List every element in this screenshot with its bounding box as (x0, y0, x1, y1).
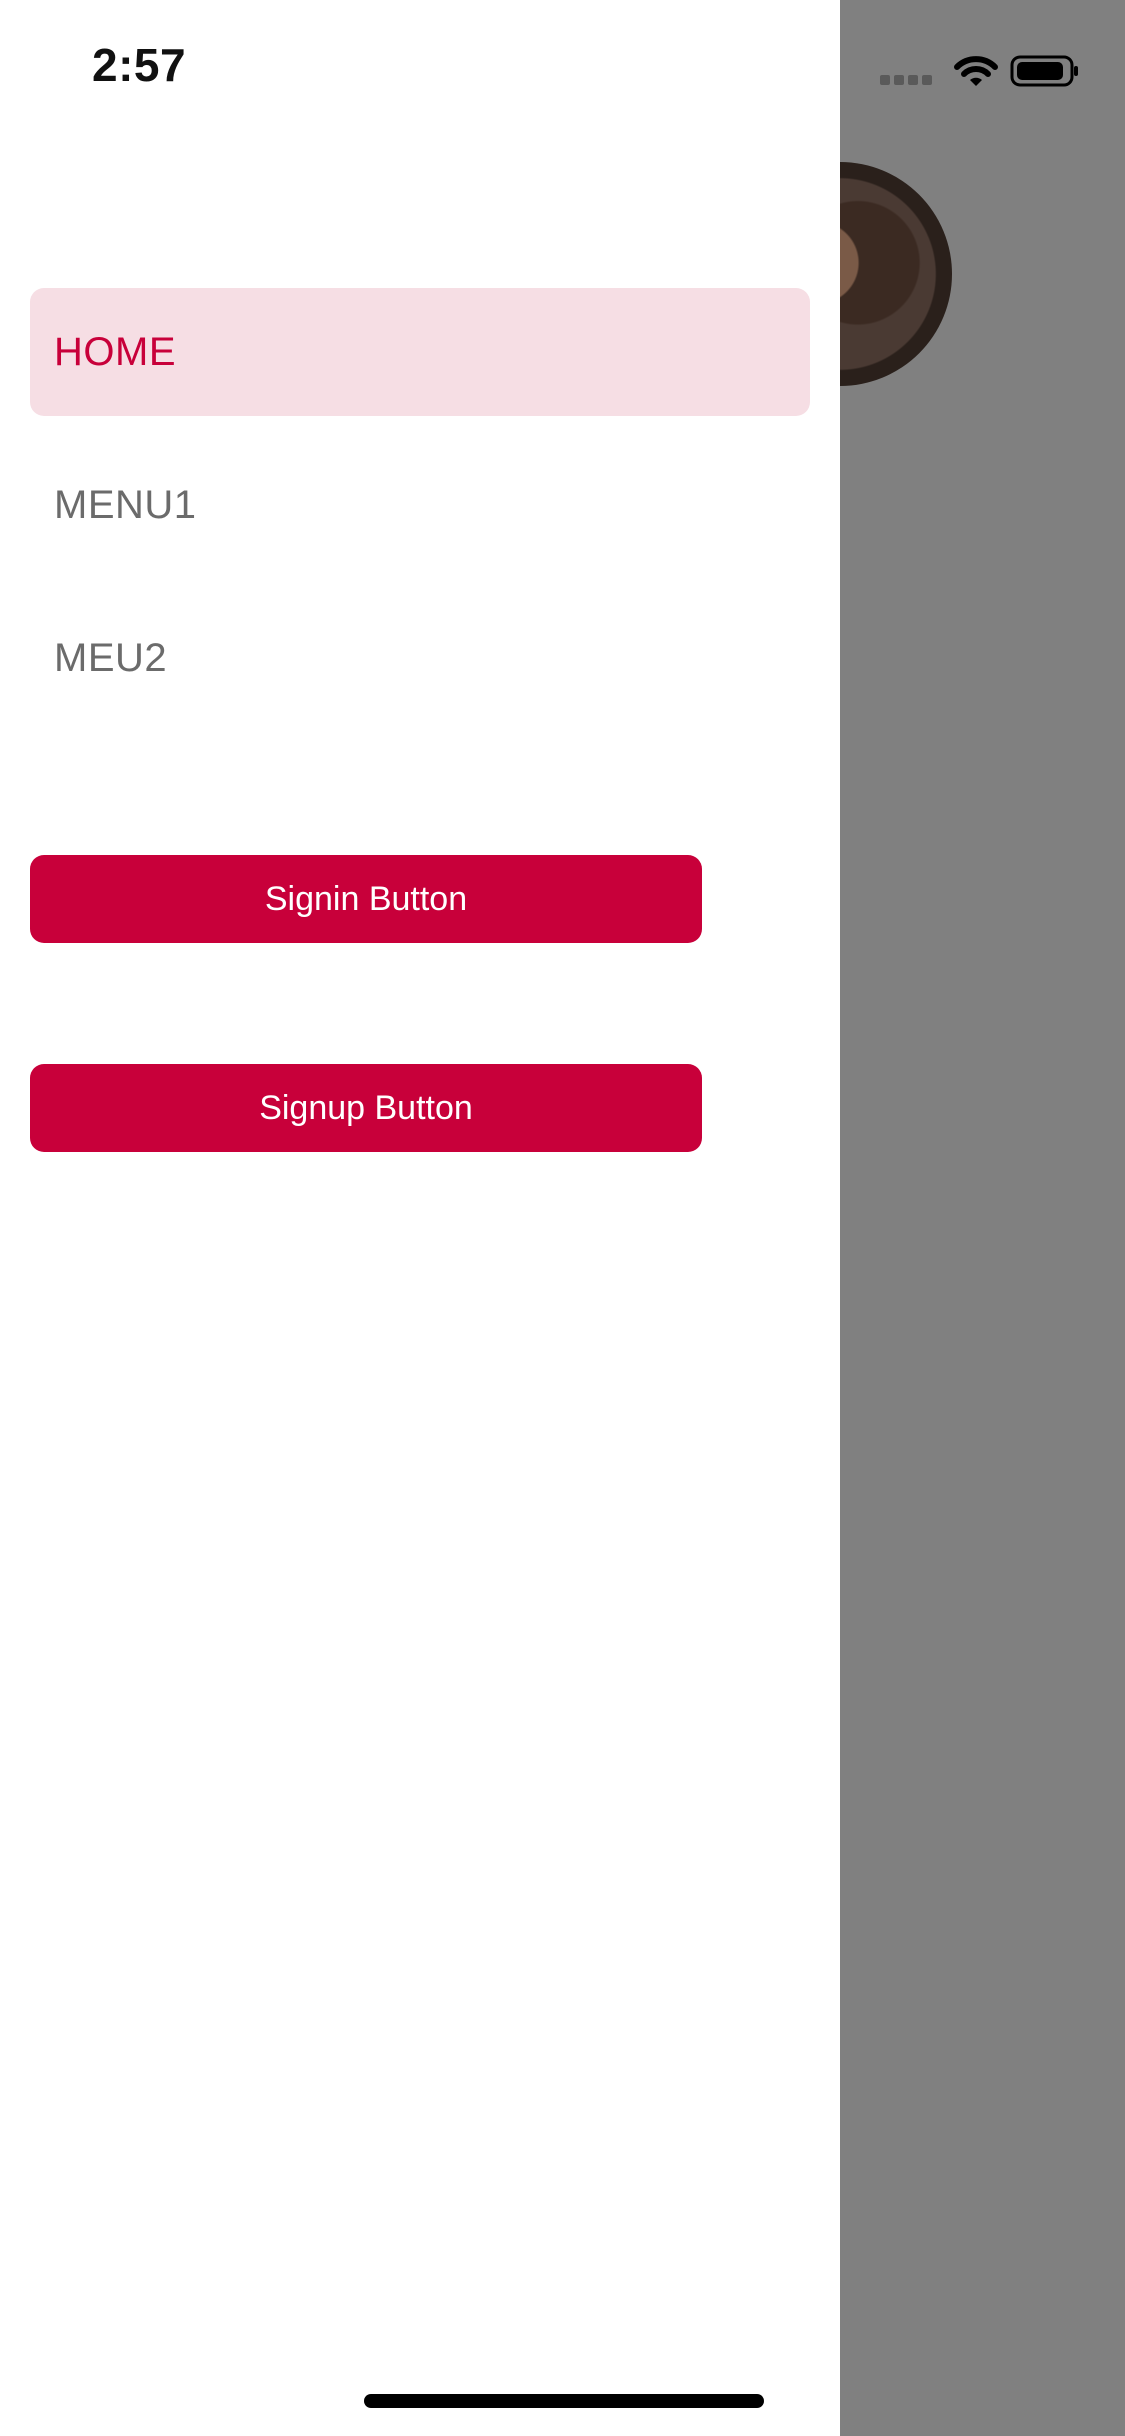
menu-item-meu2[interactable]: MEU2 (30, 594, 810, 722)
signin-button-label: Signin Button (264, 879, 468, 918)
signup-button[interactable]: Signup Button (30, 1064, 702, 1152)
menu-item-menu1[interactable]: MENU1 (30, 441, 810, 569)
navigation-drawer: 2:57 HOME MENU1 MEU2 Signin Button Signu… (0, 0, 840, 2436)
menu-item-label: HOME (54, 329, 176, 374)
status-time: 2:57 (92, 39, 187, 91)
battery-icon (1010, 55, 1078, 87)
cellular-signal-icon (880, 72, 936, 85)
signin-button[interactable]: Signin Button (30, 855, 702, 943)
menu-item-home[interactable]: HOME (30, 288, 810, 416)
screen: 2:57 HOME MENU1 MEU2 Signin Button Signu… (0, 0, 1125, 2436)
status-icons (880, 50, 1080, 90)
wifi-icon (954, 56, 998, 86)
menu-item-label: MEU2 (54, 635, 168, 680)
menu-item-label: MENU1 (54, 482, 197, 527)
signup-button-label: Signup Button (259, 1088, 473, 1127)
home-indicator[interactable] (364, 2394, 764, 2408)
